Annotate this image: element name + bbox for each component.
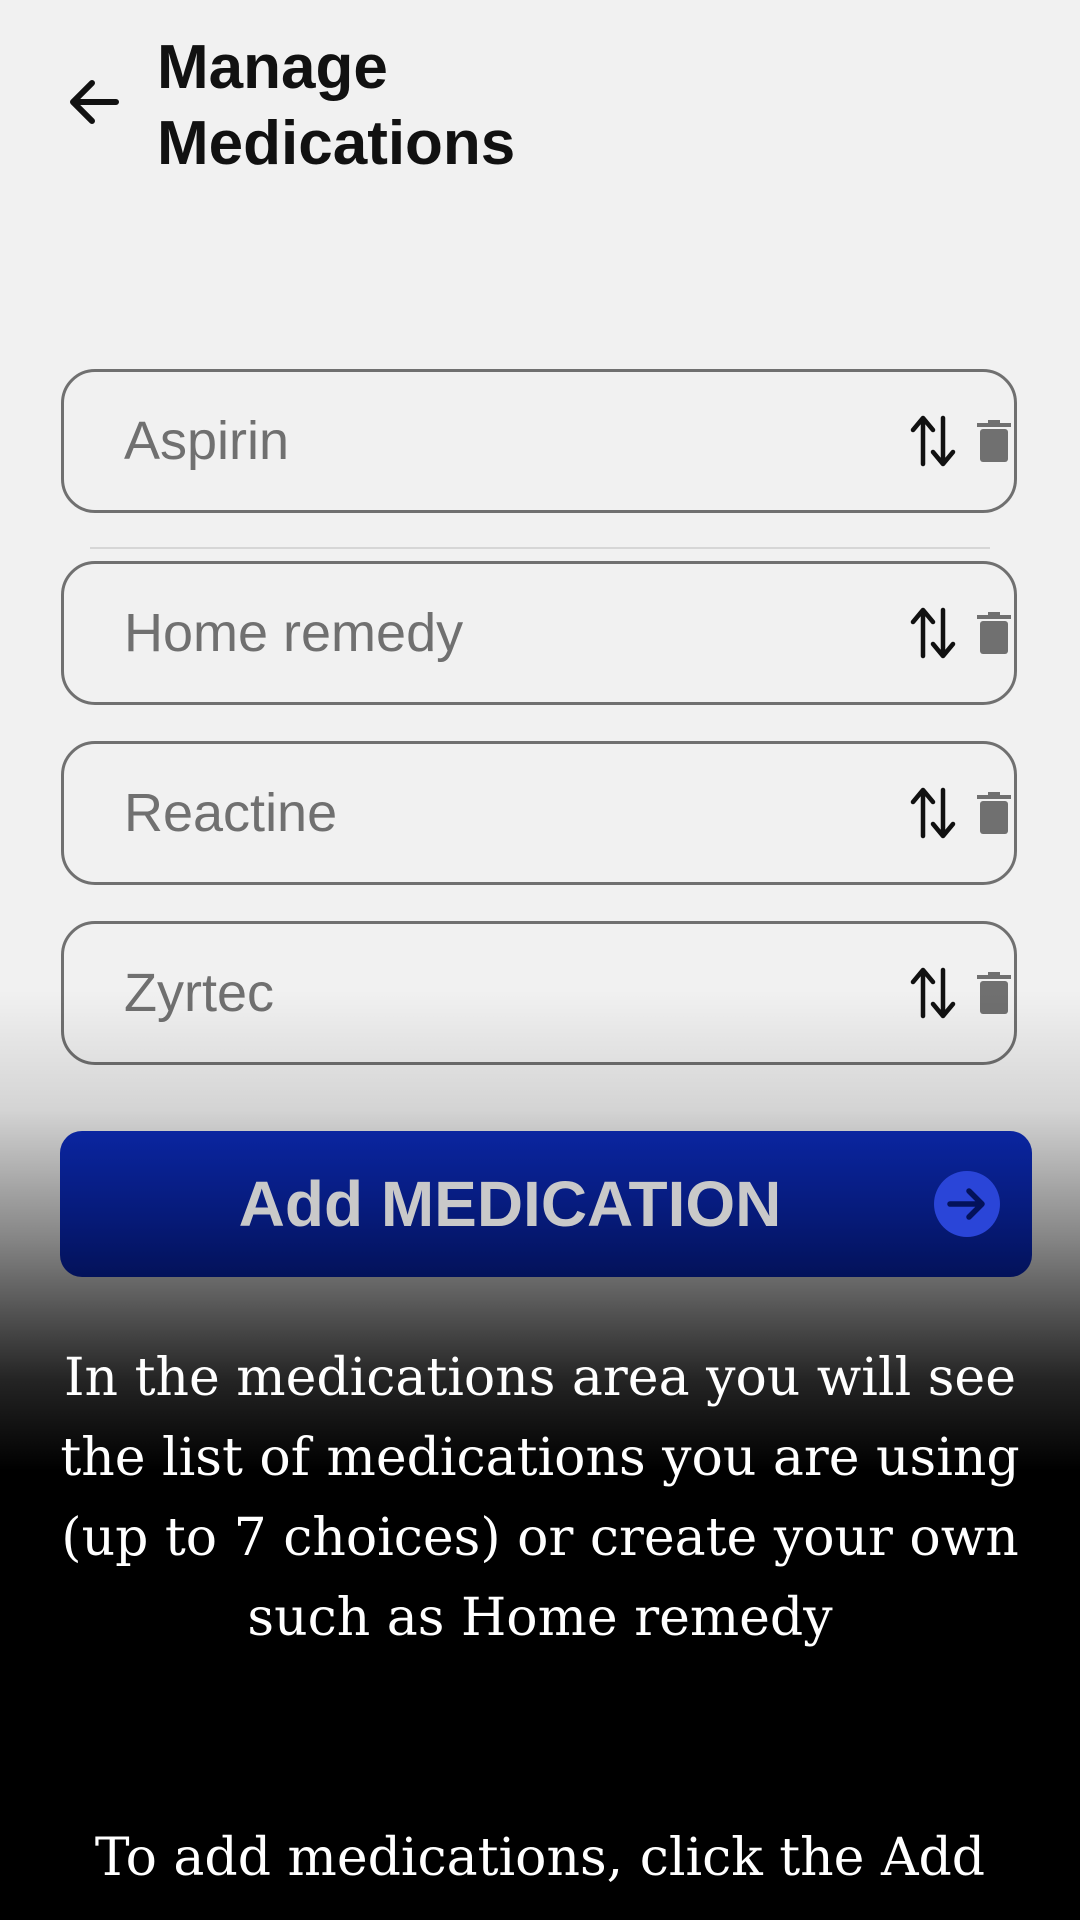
trash-icon[interactable] bbox=[977, 612, 1011, 654]
medication-name: Reactine bbox=[124, 783, 338, 843]
sort-updown-icon[interactable] bbox=[909, 964, 957, 1022]
trash-icon[interactable] bbox=[977, 420, 1011, 462]
trash-icon[interactable] bbox=[977, 792, 1011, 834]
medication-name: Zyrtec bbox=[124, 963, 275, 1023]
page-title-line-2: Medications bbox=[157, 109, 516, 178]
sort-updown-icon[interactable] bbox=[909, 604, 957, 662]
arrow-right-circle-icon bbox=[934, 1171, 1000, 1237]
medication-row-home-remedy[interactable]: Home remedy bbox=[61, 561, 1017, 705]
trash-icon[interactable] bbox=[977, 972, 1011, 1014]
app-header: Manage Medications bbox=[0, 0, 1080, 200]
tutorial-text-continued: To add medications, click the Add bbox=[94, 1828, 986, 1888]
row-divider bbox=[90, 547, 990, 549]
sort-updown-icon[interactable] bbox=[909, 784, 957, 842]
medication-row-aspirin[interactable]: Aspirin bbox=[61, 369, 1017, 513]
page-title: Manage Medications bbox=[157, 30, 857, 182]
sort-updown-icon[interactable] bbox=[909, 412, 957, 470]
medication-row-reactine[interactable]: Reactine bbox=[61, 741, 1017, 885]
back-button[interactable] bbox=[62, 70, 126, 134]
medication-name: Home remedy bbox=[124, 603, 464, 663]
add-medication-label: Add MEDICATION bbox=[238, 1168, 782, 1240]
arrow-left-icon bbox=[70, 80, 119, 124]
page-title-line-1: Manage bbox=[157, 33, 388, 102]
add-medication-button[interactable]: Add MEDICATION bbox=[60, 1131, 1032, 1277]
tutorial-text: In the medications area you will see the… bbox=[60, 1348, 1020, 1648]
medication-name: Aspirin bbox=[124, 411, 290, 471]
medication-row-zyrtec[interactable]: Zyrtec bbox=[61, 921, 1017, 1065]
